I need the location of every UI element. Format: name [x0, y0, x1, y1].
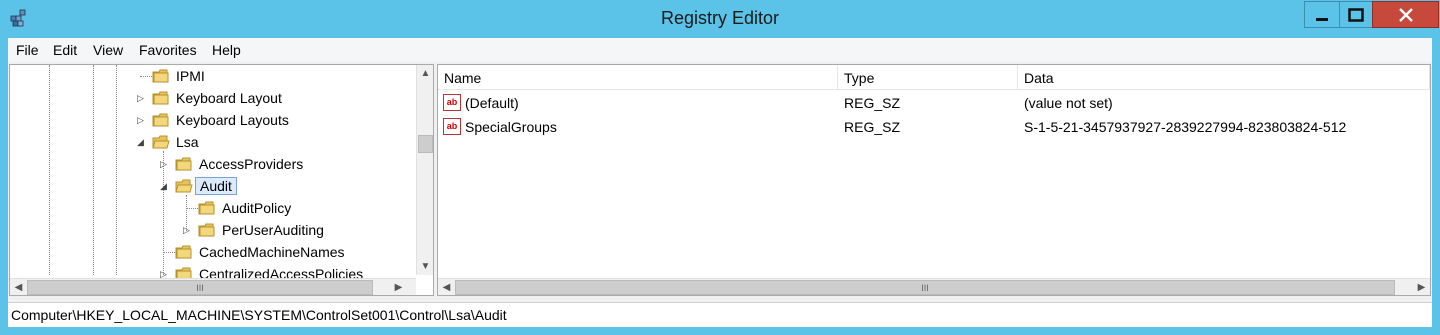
scroll-right-icon[interactable]: ▶ — [1413, 279, 1430, 295]
menu-view[interactable]: View — [93, 42, 123, 58]
tree-item-label: PerUserAuditing — [222, 222, 324, 238]
scroll-right-icon[interactable]: ▶ — [390, 279, 407, 295]
scroll-left-icon[interactable]: ◀ — [438, 279, 455, 295]
folder-icon — [175, 157, 192, 170]
tree-item-label: Audit — [195, 177, 237, 195]
column-header-name[interactable]: Name — [438, 65, 838, 90]
folder-icon — [175, 245, 192, 258]
status-bar-path: Computer\HKEY_LOCAL_MACHINE\SYSTEM\Contr… — [8, 302, 1432, 327]
expand-icon[interactable]: ▷ — [137, 93, 144, 104]
tree-item-label: Keyboard Layout — [176, 90, 282, 106]
column-header-data[interactable]: Data — [1018, 65, 1430, 90]
menu-bar: File Edit View Favorites Help — [8, 38, 1432, 62]
tree-guide-line — [116, 65, 117, 275]
client-area: File Edit View Favorites Help IPMI ▷ Key… — [8, 38, 1432, 327]
tree-guide-line — [93, 65, 94, 275]
folder-icon — [152, 113, 169, 126]
list-horizontal-scroll-thumb[interactable]: III — [455, 280, 1395, 295]
menu-help[interactable]: Help — [212, 42, 241, 58]
tree-item-ipmi[interactable]: IPMI — [152, 65, 205, 87]
expand-icon[interactable]: ▷ — [160, 159, 167, 170]
folder-icon — [198, 201, 215, 214]
value-type: REG_SZ — [844, 95, 901, 111]
tree-item-label: IPMI — [176, 68, 205, 84]
tree-item-keyboard-layouts[interactable]: Keyboard Layouts — [152, 109, 289, 131]
folder-icon — [152, 91, 169, 104]
tree-horizontal-scrollbar[interactable]: ◀ III ▶ — [10, 278, 416, 295]
tree-item-cachedmachinenames[interactable]: CachedMachineNames — [175, 241, 345, 263]
value-row-default[interactable]: ab (Default) REG_SZ (value not set) — [438, 92, 1428, 116]
tree-horizontal-scroll-thumb[interactable]: III — [27, 280, 373, 295]
folder-open-icon — [152, 135, 170, 148]
value-type: REG_SZ — [844, 119, 901, 135]
scroll-left-icon[interactable]: ◀ — [10, 279, 27, 295]
tree-item-label: CachedMachineNames — [199, 244, 345, 260]
tree-guide-line — [140, 76, 152, 77]
folder-icon — [152, 69, 169, 82]
collapse-icon[interactable]: ◢ — [160, 181, 167, 192]
collapse-icon[interactable]: ◢ — [137, 137, 144, 148]
registry-editor-window: Registry Editor File Edit View Favorites… — [0, 0, 1440, 335]
value-row-specialgroups[interactable]: ab SpecialGroups REG_SZ S-1-5-21-3457937… — [438, 116, 1428, 140]
scroll-up-icon[interactable]: ▲ — [417, 65, 433, 82]
tree-item-auditpolicy[interactable]: AuditPolicy — [198, 197, 291, 219]
tree-item-label: Lsa — [176, 134, 199, 150]
value-data: (value not set) — [1024, 95, 1113, 111]
expand-icon[interactable]: ▷ — [137, 115, 144, 126]
window-title: Registry Editor — [660, 8, 780, 28]
tree-item-accessproviders[interactable]: AccessProviders — [175, 153, 303, 175]
menu-favorites[interactable]: Favorites — [139, 42, 197, 58]
tree-item-label: AccessProviders — [199, 156, 304, 172]
scroll-down-icon[interactable]: ▼ — [417, 258, 433, 275]
value-name: SpecialGroups — [465, 119, 557, 135]
column-header-type[interactable]: Type — [838, 65, 1018, 90]
tree-item-keyboard-layout[interactable]: Keyboard Layout — [152, 87, 282, 109]
tree-guide-line — [186, 208, 198, 209]
value-data: S-1-5-21-3457937927-2839227994-823803824… — [1024, 119, 1347, 135]
menu-file[interactable]: File — [16, 42, 39, 58]
values-list-pane[interactable]: Name Type Data ab (Default) REG_SZ (valu… — [437, 64, 1431, 296]
menu-edit[interactable]: Edit — [53, 42, 77, 58]
tree-item-label: AuditPolicy — [222, 200, 292, 216]
minimize-icon — [1316, 17, 1328, 21]
tree-item-lsa[interactable]: Lsa — [152, 131, 199, 153]
tree-item-peruserauditing[interactable]: PerUserAuditing — [198, 219, 324, 241]
tree-item-audit-selected[interactable]: Audit — [175, 175, 237, 197]
folder-icon — [198, 223, 215, 236]
string-value-icon: ab — [443, 94, 461, 111]
tree-vertical-scroll-thumb[interactable] — [418, 135, 433, 153]
value-name: (Default) — [465, 95, 519, 111]
string-value-icon: ab — [443, 118, 461, 135]
minimize-button[interactable] — [1304, 1, 1340, 28]
list-horizontal-scrollbar[interactable]: ◀ III ▶ — [438, 278, 1430, 295]
title-bar[interactable]: Registry Editor — [0, 0, 1440, 38]
tree-guide-line — [163, 252, 175, 253]
tree-item-label: Keyboard Layouts — [176, 112, 289, 128]
maximize-icon — [1348, 7, 1364, 22]
folder-open-icon — [175, 179, 193, 192]
tree-vertical-scrollbar[interactable]: ▲ ▼ — [416, 65, 433, 275]
close-button[interactable] — [1372, 1, 1439, 28]
close-icon — [1398, 7, 1413, 22]
tree-guide-line — [49, 65, 50, 275]
expand-icon[interactable]: ▷ — [183, 225, 190, 236]
key-tree-pane[interactable]: IPMI ▷ Keyboard Layout ▷ Keyboard Layout… — [9, 64, 434, 296]
maximize-button[interactable] — [1339, 1, 1373, 28]
